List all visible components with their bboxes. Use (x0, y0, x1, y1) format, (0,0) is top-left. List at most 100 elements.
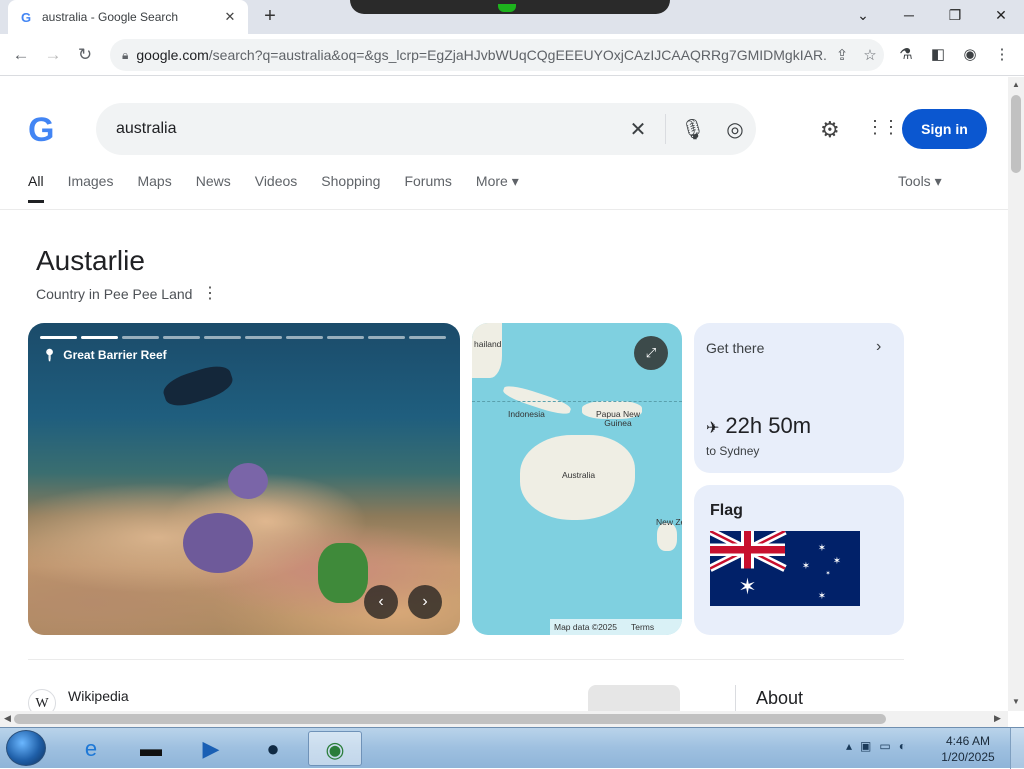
photo-carousel[interactable]: 📍︎ Great Barrier Reef ‹ › (28, 323, 460, 635)
scrollbar-thumb[interactable] (1011, 95, 1021, 173)
flight-destination: to Sydney (706, 444, 760, 458)
tab-forums[interactable]: Forums (404, 173, 451, 203)
chrome-taskbar-icon[interactable]: ◉ (308, 731, 362, 766)
photo-location-label: 📍︎ Great Barrier Reef (42, 348, 167, 362)
lens-camera-icon[interactable]: ◎ (714, 117, 756, 142)
result-thumbnail[interactable] (588, 685, 680, 711)
side-panel-icon[interactable]: ◧ (926, 43, 950, 67)
svg-text:✶: ✶ (802, 561, 810, 572)
tab-videos[interactable]: Videos (255, 173, 298, 203)
browser-tab[interactable]: G australia - Google Search ✕ (8, 0, 248, 34)
clear-icon[interactable]: ✕ (617, 117, 659, 142)
new-tab-button[interactable]: + (258, 4, 282, 28)
expand-map-icon[interactable]: ⤢ (634, 336, 668, 370)
flag-heading: Flag (710, 502, 743, 519)
svg-text:✶: ✶ (738, 575, 756, 600)
location-pin-icon: 📍︎ (42, 348, 58, 362)
knowledge-panel-subtitle: Country in Pee Pee Land (36, 286, 193, 302)
forward-arrow-icon[interactable]: → (40, 42, 66, 68)
get-there-card[interactable]: Get there › ✈ 22h 50m to Sydney (694, 323, 904, 473)
map-attribution: Map data ©2025 Terms (550, 619, 682, 635)
map-label: Papua New Guinea (596, 409, 640, 428)
google-favicon-icon: G (20, 9, 32, 25)
media-device-icon[interactable]: ▬ (124, 731, 178, 766)
profile-icon[interactable]: ◉ (958, 43, 982, 67)
flight-time: ✈ 22h 50m (706, 413, 812, 438)
svg-text:✶: ✶ (818, 543, 826, 554)
restore-button[interactable]: ❐ (932, 0, 978, 30)
map-label: Indonesia (508, 409, 545, 419)
carousel-next-button[interactable]: › (408, 585, 442, 619)
map-land (657, 523, 677, 551)
address-bar[interactable]: 🔒︎ google.com/search?q=australia&oq=&gs_… (110, 39, 884, 71)
scroll-right-icon[interactable]: ▶ (994, 713, 1001, 724)
tab-shopping[interactable]: Shopping (321, 173, 380, 203)
microphone-icon[interactable]: 🎙︎ (672, 117, 714, 142)
minimize-button[interactable]: ─ (886, 0, 932, 30)
menu-kebab-icon[interactable]: ⋮ (990, 43, 1014, 67)
horizontal-scrollbar[interactable]: ◀ ▶ (0, 711, 1008, 727)
globe-app-icon[interactable]: ● (246, 731, 300, 766)
australian-flag-image: ✶ ✶ ✶ ✶ ✶ ✶ (710, 531, 860, 606)
vertical-scrollbar[interactable]: ▲ ▼ (1008, 77, 1024, 711)
wikipedia-icon: W (28, 689, 56, 711)
tab-all[interactable]: All (28, 173, 44, 203)
get-there-heading: Get there (706, 340, 765, 356)
map-terms-link[interactable]: Terms (631, 622, 654, 632)
scroll-down-icon[interactable]: ▼ (1011, 697, 1021, 706)
volume-icon[interactable]: ◐ (899, 739, 906, 753)
about-heading: About (756, 688, 804, 708)
clock-time: 4:46 AM (945, 734, 991, 748)
result-source[interactable]: Wikipedia (68, 688, 129, 704)
close-window-button[interactable]: ✕ (978, 0, 1024, 30)
sign-in-button[interactable]: Sign in (902, 109, 987, 149)
carousel-progress (40, 336, 446, 339)
more-options-icon[interactable]: ⋮ (202, 283, 218, 303)
show-hidden-icons-icon[interactable]: ▴ (846, 739, 852, 753)
back-arrow-icon[interactable]: ← (8, 42, 34, 68)
tab-strip: G australia - Google Search ✕ + ⌄ ─ ❐ ✕ (0, 0, 1024, 34)
tab-news[interactable]: News (196, 173, 231, 203)
scroll-up-icon[interactable]: ▲ (1011, 80, 1021, 89)
tab-more[interactable]: More ▾ (476, 173, 519, 203)
display-icon[interactable]: ▭ (879, 739, 890, 753)
svg-text:✶: ✶ (818, 591, 826, 602)
internet-explorer-icon[interactable]: e (64, 731, 118, 766)
tab-images[interactable]: Images (68, 173, 114, 203)
map-label: New Zealan (656, 518, 682, 527)
flag-card[interactable]: Flag ✶ ✶ ✶ ✶ ✶ ✶ (694, 485, 904, 635)
scroll-left-icon[interactable]: ◀ (4, 713, 11, 724)
close-tab-icon[interactable]: ✕ (222, 9, 238, 25)
url-text[interactable]: google.com/search?q=australia&oq=&gs_lcr… (136, 47, 828, 63)
search-box[interactable]: australia ✕ 🎙︎ ◎ (96, 103, 756, 155)
svg-text:✶: ✶ (825, 570, 830, 577)
extensions-icon[interactable]: ⚗ (894, 43, 918, 67)
coral-shape (183, 513, 253, 573)
media-player-icon[interactable]: ▶ (184, 731, 238, 766)
start-button[interactable] (6, 730, 46, 766)
scrollbar-thumb[interactable] (14, 714, 886, 724)
settings-gear-icon[interactable]: ⚙ (820, 117, 840, 143)
map-card[interactable]: hailand Indonesia Papua New Guinea Austr… (472, 323, 682, 635)
tab-search-icon[interactable]: ⌄ (840, 0, 886, 30)
tab-maps[interactable]: Maps (137, 173, 171, 203)
system-tray: ▴ ▣ ▭ ◐ (846, 739, 906, 753)
search-tabs: All Images Maps News Videos Shopping For… (28, 173, 543, 203)
share-icon[interactable]: ⇪ (828, 46, 856, 64)
notch-indicator (498, 4, 516, 12)
chevron-right-icon[interactable]: › (876, 338, 881, 356)
show-desktop-button[interactable] (1010, 728, 1024, 769)
carousel-prev-button[interactable]: ‹ (364, 585, 398, 619)
system-clock[interactable]: 4:46 AM 1/20/2025 (938, 733, 998, 765)
column-divider (735, 685, 736, 711)
bookmark-star-icon[interactable]: ☆ (856, 46, 884, 64)
search-divider (665, 114, 666, 144)
reload-icon[interactable]: ↻ (72, 42, 98, 68)
search-input[interactable]: australia (116, 120, 617, 138)
network-icon[interactable]: ▣ (860, 739, 871, 753)
lock-icon: 🔒︎ (122, 47, 129, 62)
map-label: Australia (562, 470, 596, 480)
google-logo[interactable]: G (28, 111, 54, 150)
tools-button[interactable]: Tools ▾ (898, 173, 942, 190)
screen-notch (350, 0, 670, 14)
